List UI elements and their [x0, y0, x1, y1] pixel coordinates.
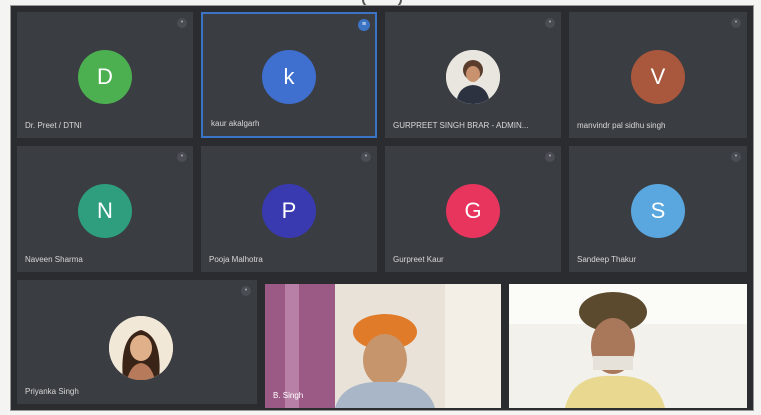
participant-tile[interactable]: V manvindr pal sidhu singh • — [569, 12, 747, 138]
mic-muted-icon[interactable]: • — [177, 18, 187, 28]
avatar: k — [262, 50, 316, 104]
participant-name: Naveen Sharma — [25, 255, 83, 264]
participant-video-tile[interactable] — [509, 284, 747, 408]
avatar: V — [631, 50, 685, 104]
mic-muted-icon[interactable]: • — [241, 286, 251, 296]
participant-name: GURPREET SINGH BRAR - ADMIN... — [393, 121, 529, 130]
participant-tile[interactable]: N Naveen Sharma • — [17, 146, 193, 272]
participant-name: Priyanka Singh — [25, 387, 79, 396]
participant-video-tile[interactable]: B. Singh — [265, 284, 501, 408]
participant-tile[interactable]: D Dr. Preet / DTNI • — [17, 12, 193, 138]
participant-tile[interactable]: P Pooja Malhotra • — [201, 146, 377, 272]
meeting-grid: D Dr. Preet / DTNI • k kaur akalgarh ≡ G… — [10, 5, 754, 411]
participant-name: Gurpreet Kaur — [393, 255, 444, 264]
participant-name: manvindr pal sidhu singh — [577, 121, 666, 130]
person-photo-icon — [109, 316, 173, 380]
avatar: N — [78, 184, 132, 238]
mic-muted-icon[interactable]: • — [731, 18, 741, 28]
avatar: P — [262, 184, 316, 238]
participant-name: Dr. Preet / DTNI — [25, 121, 82, 130]
avatar: G — [446, 184, 500, 238]
avatar: D — [78, 50, 132, 104]
video-feed — [265, 284, 501, 408]
participant-tile[interactable]: k kaur akalgarh ≡ — [201, 12, 377, 138]
mic-muted-icon[interactable]: • — [361, 152, 371, 162]
mic-muted-icon[interactable]: • — [177, 152, 187, 162]
person-photo-icon — [446, 50, 500, 104]
participant-tile[interactable]: Priyanka Singh • — [17, 280, 257, 404]
profile-photo — [446, 50, 500, 104]
profile-photo — [109, 316, 173, 380]
video-feed — [509, 284, 747, 408]
mic-muted-icon[interactable]: • — [545, 152, 555, 162]
participant-name: B. Singh — [273, 391, 304, 400]
speaking-icon: ≡ — [358, 19, 370, 31]
mic-muted-icon[interactable]: • — [545, 18, 555, 28]
participant-tile[interactable]: G Gurpreet Kaur • — [385, 146, 561, 272]
mic-muted-icon[interactable]: • — [731, 152, 741, 162]
avatar: S — [631, 184, 685, 238]
participant-name: Sandeep Thakur — [577, 255, 637, 264]
participant-tile[interactable]: S Sandeep Thakur • — [569, 146, 747, 272]
participant-name: Pooja Malhotra — [209, 255, 263, 264]
participant-name: kaur akalgarh — [211, 119, 260, 128]
participant-tile[interactable]: GURPREET SINGH BRAR - ADMIN... • — [385, 12, 561, 138]
